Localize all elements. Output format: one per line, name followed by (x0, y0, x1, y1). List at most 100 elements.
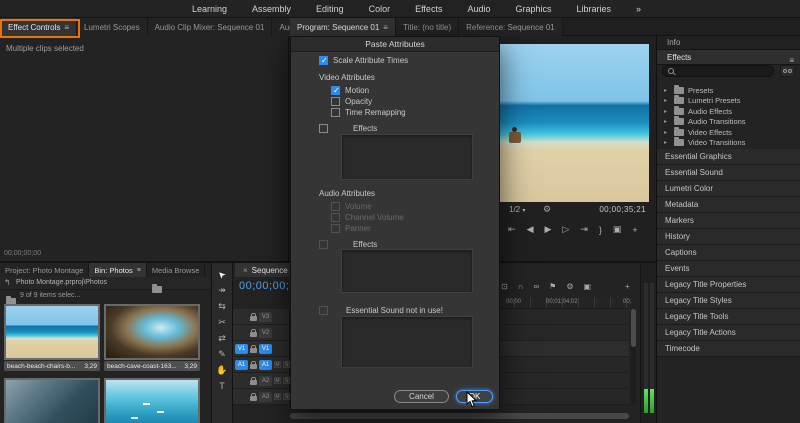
workspace-tab-audio[interactable]: Audio (467, 4, 490, 14)
lock-icon[interactable] (250, 328, 257, 337)
timeline-settings-wrench-icon[interactable]: ⚙ (566, 282, 573, 291)
scale-attribute-times-checkbox[interactable] (319, 56, 328, 65)
panel-tab-legacy-title-tools[interactable]: Legacy Title Tools (657, 309, 800, 325)
razor-tool-icon[interactable]: ✂ (218, 317, 226, 328)
monitor-settings-wrench-icon[interactable]: ⚙ (543, 204, 551, 215)
workspace-tab-assembly[interactable]: Assembly (252, 4, 291, 14)
play-icon[interactable]: ▶ (544, 224, 551, 235)
thumbnail-beach-cave[interactable] (104, 304, 200, 360)
project-item-beach-chairs[interactable]: beach-beach-chairs-b... 3,29 (4, 304, 100, 371)
mark-out-icon[interactable]: } (599, 225, 602, 235)
close-tab-icon[interactable]: × (243, 266, 248, 275)
step-forward-icon[interactable]: ▷ (562, 224, 569, 235)
lock-icon[interactable] (250, 376, 257, 385)
workspace-tab-learning[interactable]: Learning (192, 4, 227, 14)
effects-search-input[interactable] (662, 65, 774, 77)
snap-icon[interactable]: ∩ (518, 282, 524, 291)
tab-program-monitor[interactable]: Program: Sequence 01 ≡ (290, 18, 396, 36)
monitor-duration-timecode[interactable]: 00;00;35;21 (599, 205, 646, 214)
tab-bin-photos[interactable]: Bin: Photos ≡ (89, 263, 147, 277)
track-target-v1[interactable]: V1 (259, 343, 272, 354)
panel-tab-essential-sound[interactable]: Essential Sound (657, 165, 800, 181)
panel-tab-legacy-title-properties[interactable]: Legacy Title Properties (657, 277, 800, 293)
source-patch-v1[interactable]: V1 (235, 343, 248, 354)
audio-effects-list[interactable] (341, 249, 473, 293)
mute-button[interactable]: M (274, 361, 281, 368)
workspace-tab-graphics[interactable]: Graphics (515, 4, 551, 14)
nest-sequence-icon[interactable]: ⊡ (501, 282, 508, 291)
thumbnail-boats[interactable] (104, 378, 200, 423)
panel-tab-lumetri-color[interactable]: Lumetri Color (657, 181, 800, 197)
scrollbar-thumb[interactable] (290, 413, 629, 419)
track-target-a1[interactable]: A1 (259, 359, 272, 370)
track-target-v2[interactable]: V2 (259, 327, 272, 338)
panel-tab-timecode[interactable]: Timecode (657, 341, 800, 357)
thumbnail-rocks[interactable] (4, 378, 100, 423)
pen-tool-icon[interactable]: ✎ (218, 349, 226, 360)
panel-tab-metadata[interactable]: Metadata (657, 197, 800, 213)
go-to-out-icon[interactable]: ⇥ (580, 224, 588, 235)
effect-controls-timecode[interactable]: 00;00;00;00 (4, 250, 41, 257)
track-target-v3[interactable]: V3 (259, 311, 272, 322)
lock-icon[interactable] (250, 312, 257, 321)
tab-audio-clip-mixer[interactable]: Audio Clip Mixer: Sequence 01 (147, 18, 273, 36)
lock-icon[interactable] (250, 344, 257, 353)
track-target-a3[interactable]: A3 (259, 391, 272, 402)
project-item-rocks[interactable] (4, 378, 100, 423)
panel-tab-legacy-title-actions[interactable]: Legacy Title Actions (657, 325, 800, 341)
tab-reference-monitor[interactable]: Reference: Sequence 01 (459, 18, 563, 36)
workspace-tab-effects[interactable]: Effects (415, 4, 442, 14)
tab-media-browser[interactable]: Media Browse (146, 263, 206, 277)
project-item-boats[interactable] (104, 378, 200, 423)
panel-tab-events[interactable]: Events (657, 261, 800, 277)
solo-button[interactable]: S (283, 393, 290, 400)
tree-item-audio-effects[interactable]: ▸ Audio Effects (657, 105, 800, 117)
workspace-tab-editing[interactable]: Editing (316, 4, 344, 14)
panel-tab-essential-graphics[interactable]: Essential Graphics (657, 149, 800, 165)
panel-menu-icon[interactable]: ≡ (137, 267, 141, 274)
zoom-level-dropdown[interactable]: 1/2 ▾ (509, 205, 525, 214)
panel-tab-legacy-title-styles[interactable]: Legacy Title Styles (657, 293, 800, 309)
track-target-a2[interactable]: A2 (259, 375, 272, 386)
motion-checkbox[interactable] (331, 86, 340, 95)
panel-tab-history[interactable]: History (657, 229, 800, 245)
thumbnail-beach-chairs[interactable] (4, 304, 100, 360)
tree-item-presets[interactable]: ▸ Presets (657, 84, 800, 96)
lock-icon[interactable] (250, 360, 257, 369)
step-back-icon[interactable]: ◀ (527, 224, 534, 235)
essential-sound-list[interactable] (341, 316, 473, 368)
go-to-in-icon[interactable]: ⇤ (508, 224, 516, 235)
type-tool-icon[interactable]: T (219, 381, 225, 391)
tree-item-lumetri-presets[interactable]: ▸ Lumetri Presets (657, 95, 800, 107)
add-marker-icon[interactable]: ⚑ (549, 282, 556, 291)
tree-item-audio-transitions[interactable]: ▸ Audio Transitions (657, 116, 800, 128)
selection-tool-icon[interactable]: ➤ (215, 268, 228, 281)
cancel-button[interactable]: Cancel (394, 390, 449, 403)
time-remapping-checkbox[interactable] (331, 108, 340, 117)
ripple-edit-tool-icon[interactable]: ⇆ (218, 301, 226, 312)
tab-lumetri-scopes[interactable]: Lumetri Scopes (77, 18, 148, 36)
solo-button[interactable]: S (283, 361, 290, 368)
workspace-tab-color[interactable]: Color (369, 4, 391, 14)
track-select-tool-icon[interactable]: ↠ (218, 285, 226, 296)
find-binoculars-icon[interactable] (780, 65, 795, 77)
project-item-beach-cave[interactable]: beach-cave-coast-163... 3,29 (104, 304, 200, 371)
export-frame-icon[interactable]: ▣ (584, 282, 592, 291)
linked-selection-icon[interactable]: ∞ (533, 282, 539, 291)
panel-tab-markers[interactable]: Markers (657, 213, 800, 229)
slip-tool-icon[interactable]: ⇄ (218, 333, 226, 344)
mute-button[interactable]: M (274, 377, 281, 384)
navigate-up-icon[interactable]: ↰ (4, 278, 11, 287)
opacity-checkbox[interactable] (331, 97, 340, 106)
button-editor-plus-icon[interactable]: + (625, 282, 630, 291)
tab-info[interactable]: Info (657, 36, 800, 50)
tree-item-video-transitions[interactable]: ▸ Video Transitions (657, 137, 800, 149)
tab-effects[interactable]: Effects ≡ (657, 50, 800, 65)
project-tab-overflow-icon[interactable]: » (205, 266, 211, 275)
solo-button[interactable]: S (283, 377, 290, 384)
panel-menu-icon[interactable]: ≡ (383, 23, 388, 32)
tree-item-video-effects[interactable]: ▸ Video Effects (657, 126, 800, 138)
source-patch-a1[interactable]: A1 (235, 359, 248, 370)
timeline-vertical-scrollbar[interactable] (631, 309, 636, 405)
video-effects-checkbox[interactable] (319, 124, 328, 133)
